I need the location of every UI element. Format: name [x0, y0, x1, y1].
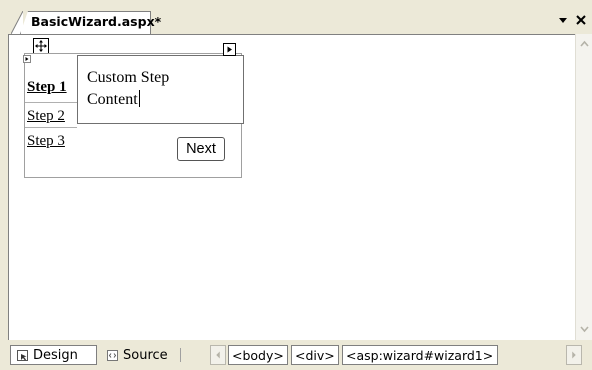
sidebar-step-3[interactable]: Step 3: [27, 133, 65, 150]
sidebar-divider: [25, 102, 77, 103]
document-tab-title[interactable]: BasicWizard.aspx*: [31, 14, 161, 29]
step-content-text[interactable]: Custom Step Content: [87, 67, 237, 111]
vertical-scrollbar[interactable]: [575, 34, 592, 341]
breadcrumb-right-icon[interactable]: [566, 345, 582, 365]
dropdown-arrow-icon[interactable]: [556, 13, 570, 27]
next-button[interactable]: Next: [177, 137, 225, 161]
smart-tag-arrow-icon[interactable]: [223, 43, 236, 56]
source-view-icon: [107, 349, 118, 361]
scroll-down-icon[interactable]: [576, 320, 592, 337]
source-view-label: Source: [123, 347, 168, 363]
close-icon[interactable]: [574, 13, 588, 27]
sidebar-step-2[interactable]: Step 2: [27, 108, 65, 125]
sidebar-step-1[interactable]: Step 1: [27, 79, 67, 96]
sidebar-divider: [25, 127, 77, 128]
breadcrumb-body[interactable]: <body>: [228, 345, 288, 365]
document-tab-strip: BasicWizard.aspx*: [0, 0, 592, 34]
breadcrumb-left-icon[interactable]: [210, 345, 226, 365]
breadcrumb-div[interactable]: <div>: [291, 345, 339, 365]
design-view-label: Design: [33, 347, 78, 363]
design-view-icon: [17, 349, 28, 361]
text-caret: [138, 90, 140, 107]
content-line-1: Custom Step: [87, 69, 170, 86]
sidebar-smarttag-icon[interactable]: [23, 55, 31, 63]
design-view-tab[interactable]: Design: [10, 345, 97, 365]
toolbar-divider: [180, 348, 181, 362]
bottom-bar: Design Source <body> <div> <asp:wizard#w…: [0, 340, 592, 370]
breadcrumb-wizard[interactable]: <asp:wizard#wizard1>: [342, 345, 498, 365]
scroll-up-icon[interactable]: [576, 36, 592, 53]
source-view-tab[interactable]: Source: [101, 345, 177, 365]
content-line-2: Content: [87, 91, 138, 108]
move-handle-icon[interactable]: [33, 38, 49, 54]
